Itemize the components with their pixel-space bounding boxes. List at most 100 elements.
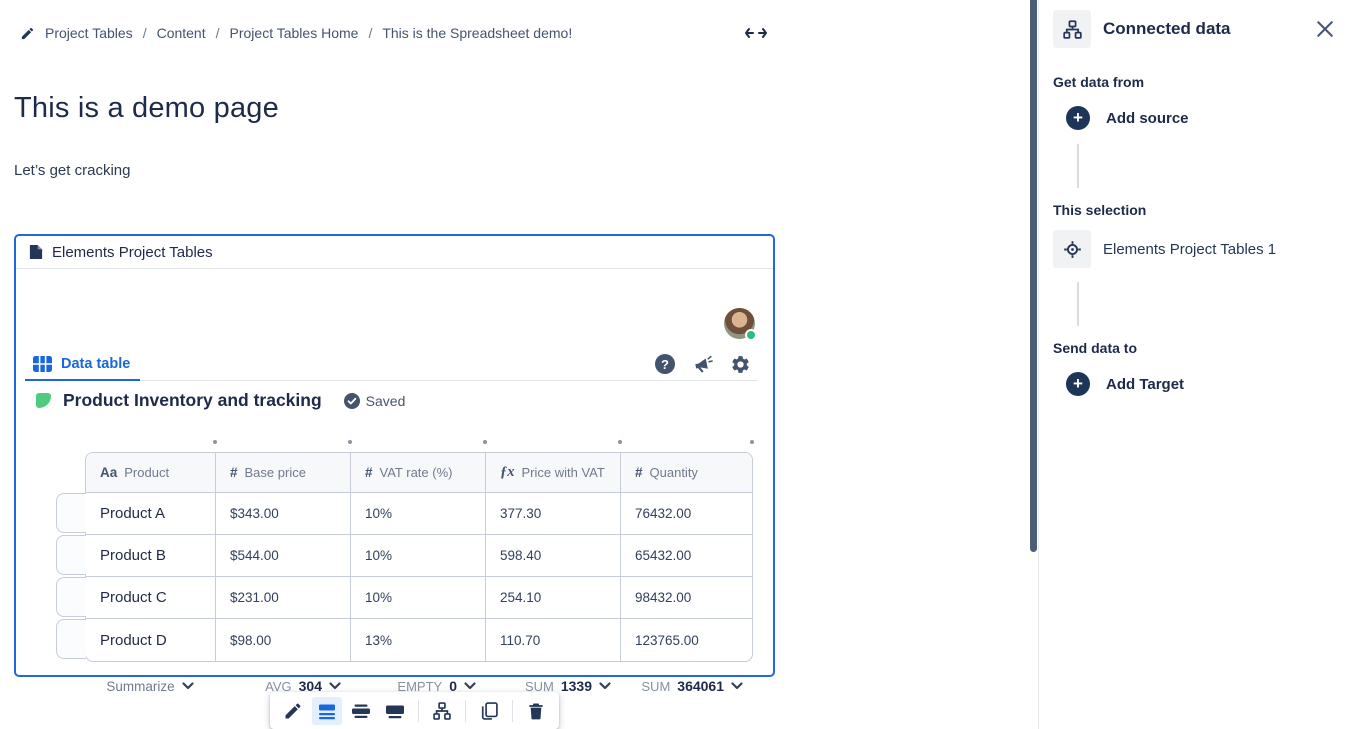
layout-full-width-icon[interactable]: [380, 697, 410, 725]
breadcrumb-link[interactable]: This is the Spreadsheet demo!: [382, 25, 572, 41]
tab-label: Data table: [61, 356, 130, 372]
sheet-title[interactable]: Product Inventory and tracking: [63, 390, 322, 411]
selection-item-label: Elements Project Tables 1: [1103, 241, 1276, 258]
product-cell[interactable]: Product C: [86, 577, 216, 618]
column-resize-dot[interactable]: [750, 440, 754, 444]
product-cell[interactable]: Product D: [86, 619, 216, 661]
edit-page-icon[interactable]: [20, 26, 35, 41]
main-content-area: Project Tables / Content / Project Tables Ho…: [0, 0, 1038, 729]
column-header-vat-rate-[interactable]: #VAT rate (%): [351, 453, 486, 492]
leaf-icon: [36, 393, 51, 408]
selection-item[interactable]: Elements Project Tables 1: [1053, 230, 1342, 268]
chevron-down-icon: [329, 682, 341, 690]
column-resize-dot[interactable]: [618, 440, 622, 444]
chevron-down-icon: [731, 682, 743, 690]
value-cell[interactable]: $343.00: [216, 493, 351, 534]
avatar[interactable]: [724, 308, 755, 339]
value-cell[interactable]: 10%: [351, 577, 486, 618]
value-cell[interactable]: 10%: [351, 535, 486, 576]
column-resize-dot[interactable]: [348, 440, 352, 444]
toolbar-divider: [418, 700, 419, 722]
summary-value: 1339: [561, 678, 592, 694]
formula-type-icon: ƒx: [500, 464, 515, 481]
get-data-from-label: Get data from: [1053, 74, 1342, 90]
value-cell[interactable]: 123765.00: [621, 619, 753, 661]
layout-wide-icon[interactable]: [346, 697, 376, 725]
value-cell[interactable]: 98432.00: [621, 577, 753, 618]
add-target-button[interactable]: + Add Target: [1066, 372, 1342, 396]
spreadsheet-macro-panel: Elements Project Tables Data table ?: [14, 234, 775, 677]
value-cell[interactable]: 377.30: [486, 493, 621, 534]
value-cell[interactable]: 13%: [351, 619, 486, 661]
help-icon[interactable]: ?: [655, 354, 675, 374]
page-title: This is a demo page: [14, 92, 279, 125]
delete-icon[interactable]: [521, 697, 551, 725]
presence-indicator: [745, 329, 757, 341]
row-drag-handle[interactable]: [56, 493, 86, 533]
column-header-quantity[interactable]: #Quantity: [621, 453, 753, 492]
number-type-icon: #: [230, 465, 238, 480]
add-target-label: Add Target: [1106, 376, 1184, 393]
connector-line: [1077, 144, 1079, 188]
column-label: Quantity: [650, 465, 698, 480]
column-label: Base price: [245, 465, 306, 480]
copy-icon[interactable]: [474, 697, 504, 725]
value-cell[interactable]: 10%: [351, 493, 486, 534]
column-resize-dot[interactable]: [213, 440, 217, 444]
value-cell[interactable]: $231.00: [216, 577, 351, 618]
value-cell[interactable]: 254.10: [486, 577, 621, 618]
summary-cell[interactable]: SUM364061: [620, 678, 752, 694]
summary-cell[interactable]: Summarize: [85, 679, 215, 694]
column-header-product[interactable]: AaProduct: [86, 453, 216, 492]
breadcrumb-link[interactable]: Project Tables Home: [230, 25, 359, 41]
breadcrumb-link[interactable]: Content: [157, 25, 206, 41]
document-icon: [29, 244, 43, 260]
breadcrumb-separator: /: [368, 25, 372, 41]
column-header-price-with-vat[interactable]: ƒxPrice with VAT: [486, 453, 621, 492]
tab-bar: Data table ?: [25, 348, 758, 381]
table-header-row: AaProduct # Base price #VAT rate (%)ƒxPrice…: [86, 453, 752, 493]
row-drag-handle[interactable]: [56, 577, 86, 617]
announcement-icon[interactable]: [692, 354, 713, 375]
value-cell[interactable]: 598.40: [486, 535, 621, 576]
value-cell[interactable]: $544.00: [216, 535, 351, 576]
value-cell[interactable]: 65432.00: [621, 535, 753, 576]
target-icon: [1053, 230, 1091, 268]
column-resize-dot[interactable]: [483, 440, 487, 444]
table-row: Product D$98.0013%110.70123765.00: [86, 619, 752, 661]
macro-body: Data table ? Product Inventory and track…: [16, 269, 773, 675]
connector-line: [1077, 282, 1079, 326]
value-cell[interactable]: 110.70: [486, 619, 621, 661]
table-row: Product B$544.0010%598.4065432.00: [86, 535, 752, 577]
chevron-down-icon: [599, 682, 611, 690]
tab-data-table[interactable]: Data table: [25, 349, 140, 381]
check-circle-icon: [344, 393, 360, 409]
summary-label: SUM: [641, 679, 670, 694]
macro-title: Elements Project Tables: [52, 244, 213, 261]
breadcrumb-link[interactable]: Project Tables: [45, 25, 133, 41]
layout-center-icon[interactable]: [312, 697, 342, 725]
connected-data-icon[interactable]: [427, 697, 457, 725]
table-grid-icon: [33, 356, 52, 372]
breadcrumb: Project Tables / Content / Project Tables Ho…: [20, 25, 572, 41]
saved-status: Saved: [344, 393, 406, 409]
edit-icon[interactable]: [278, 697, 308, 725]
breadcrumb-separator: /: [216, 25, 220, 41]
connected-data-panel: Connected data Get data from + Add sourc…: [1039, 0, 1356, 729]
plus-icon: +: [1066, 372, 1090, 396]
row-drag-handle[interactable]: [56, 535, 86, 575]
value-cell[interactable]: 76432.00: [621, 493, 753, 534]
product-cell[interactable]: Product B: [86, 535, 216, 576]
row-drag-handle[interactable]: [56, 619, 86, 659]
product-cell[interactable]: Product A: [86, 493, 216, 534]
column-label: Product: [124, 465, 169, 480]
add-source-button[interactable]: + Add source: [1066, 106, 1342, 130]
column-header-base-price[interactable]: # Base price: [216, 453, 351, 492]
close-icon[interactable]: [1316, 20, 1334, 38]
sidebar-header: Connected data: [1053, 10, 1342, 48]
table-row: Product C$231.0010%254.1098432.00: [86, 577, 752, 619]
value-cell[interactable]: $98.00: [216, 619, 351, 661]
scrollbar-thumb[interactable]: [1030, 0, 1037, 552]
expand-width-icon[interactable]: [744, 24, 768, 42]
settings-gear-icon[interactable]: [730, 354, 751, 375]
